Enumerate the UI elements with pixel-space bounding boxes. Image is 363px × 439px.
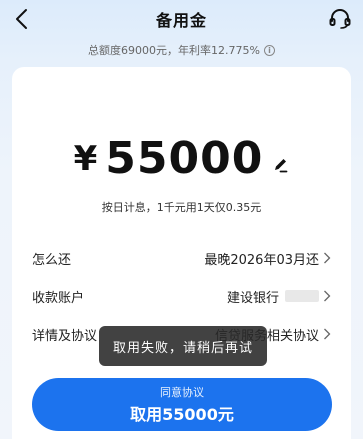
error-toast: 取用失败，请稍后再试: [99, 326, 267, 366]
account-label: 收款账户: [32, 290, 85, 306]
cta-agree-text: 同意协议: [160, 386, 204, 399]
loan-amount[interactable]: 55000: [105, 134, 263, 184]
info-icon[interactable]: i: [263, 44, 275, 56]
repayment-label: 怎么还: [32, 252, 72, 268]
chevron-right-icon: [324, 290, 331, 302]
chevron-right-icon: [324, 328, 331, 340]
credit-summary: 总额度69000元，年利率12.775% i: [0, 42, 363, 58]
agreement-label: 详情及协议: [32, 328, 98, 344]
cta-main-text: 取用55000元: [130, 405, 234, 424]
currency-symbol: ¥: [73, 139, 98, 179]
interest-note: 按日计息，1千元用1天仅0.35元: [101, 201, 262, 214]
masked-account-number: [285, 290, 319, 302]
credit-summary-text: 总额度69000元，年利率12.775%: [88, 44, 260, 57]
repayment-value: 最晚2026年03月还: [204, 252, 319, 268]
account-value: 建设银行: [226, 290, 279, 306]
amount-display: ¥ 55000: [0, 134, 363, 184]
nav-bar: 备用金: [0, 0, 363, 40]
headset-icon[interactable]: [327, 6, 353, 32]
pencil-icon[interactable]: [271, 156, 289, 174]
account-row[interactable]: 收款账户 建设银行: [32, 286, 331, 306]
page-title: 备用金: [155, 11, 207, 30]
chevron-right-icon: [324, 252, 331, 264]
repayment-row[interactable]: 怎么还 最晚2026年03月还: [32, 248, 331, 268]
confirm-withdraw-button[interactable]: 同意协议 取用55000元: [32, 378, 332, 431]
